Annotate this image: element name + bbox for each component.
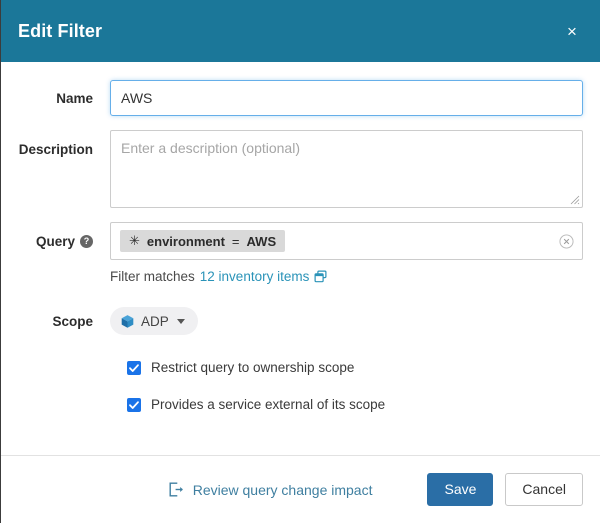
restrict-query-checkbox-row: Restrict query to ownership scope (127, 360, 583, 375)
scope-label: Scope (52, 313, 93, 329)
sign-out-icon (169, 482, 183, 497)
filter-matches-line: Filter matches 12 inventory items (110, 269, 583, 284)
query-chip-operator: = (231, 233, 240, 249)
name-field-wrap (110, 80, 583, 116)
description-label: Description (18, 141, 93, 157)
scope-field-wrap: ADP (110, 307, 583, 335)
restrict-query-checkbox-label[interactable]: Restrict query to ownership scope (151, 360, 354, 375)
open-in-new-window-icon[interactable] (314, 270, 327, 283)
name-row: Name (18, 80, 583, 116)
scope-selector[interactable]: ADP (110, 307, 198, 335)
dialog-header: Edit Filter × (1, 0, 600, 62)
save-button[interactable]: Save (427, 473, 494, 506)
review-query-change-impact-link[interactable]: Review query change impact (168, 481, 373, 498)
query-label: Query ? (18, 222, 110, 260)
query-input[interactable]: ✳ environment = AWS (110, 222, 583, 260)
scope-row: Scope ADP (18, 307, 583, 335)
external-service-checkbox-row: Provides a service external of its scope (127, 397, 583, 412)
clear-circle-icon[interactable] (559, 233, 574, 249)
edit-filter-dialog: Edit Filter × Name Description Query (0, 0, 600, 523)
dialog-footer: Review query change impact Save Cancel (1, 455, 600, 523)
filter-matches-link[interactable]: 12 inventory items (200, 269, 310, 284)
name-label: Name (56, 90, 93, 106)
query-field-wrap: ✳ environment = AWS Filter matches 12 in… (110, 222, 583, 284)
query-chip-star-icon: ✳ (129, 233, 140, 248)
chevron-down-icon (176, 318, 185, 324)
cube-icon (121, 314, 134, 328)
query-row: Query ? ✳ environment = AWS Filter match… (18, 222, 583, 284)
help-circle-icon[interactable]: ? (80, 234, 93, 248)
query-chip-field: environment (146, 233, 225, 249)
scope-value: ADP (141, 313, 169, 329)
dialog-body: Name Description Query ? (1, 62, 600, 455)
restrict-query-checkbox[interactable] (127, 360, 141, 375)
check-icon (129, 363, 139, 372)
check-icon (129, 400, 139, 409)
name-input[interactable] (110, 80, 583, 116)
external-service-checkbox[interactable] (127, 397, 141, 412)
description-field-wrap (110, 130, 583, 208)
query-chip[interactable]: ✳ environment = AWS (120, 230, 286, 252)
close-icon[interactable]: × (562, 21, 582, 41)
description-textarea[interactable] (110, 130, 583, 208)
query-chip-value: AWS (246, 233, 277, 249)
review-query-change-impact-label: Review query change impact (192, 481, 373, 498)
query-label-text: Query (35, 233, 75, 249)
dialog-title: Edit Filter (18, 20, 103, 41)
description-row: Description (18, 130, 583, 208)
external-service-checkbox-label[interactable]: Provides a service external of its scope (151, 397, 385, 412)
cancel-button[interactable]: Cancel (505, 473, 583, 506)
filter-matches-prefix: Filter matches (110, 269, 195, 284)
